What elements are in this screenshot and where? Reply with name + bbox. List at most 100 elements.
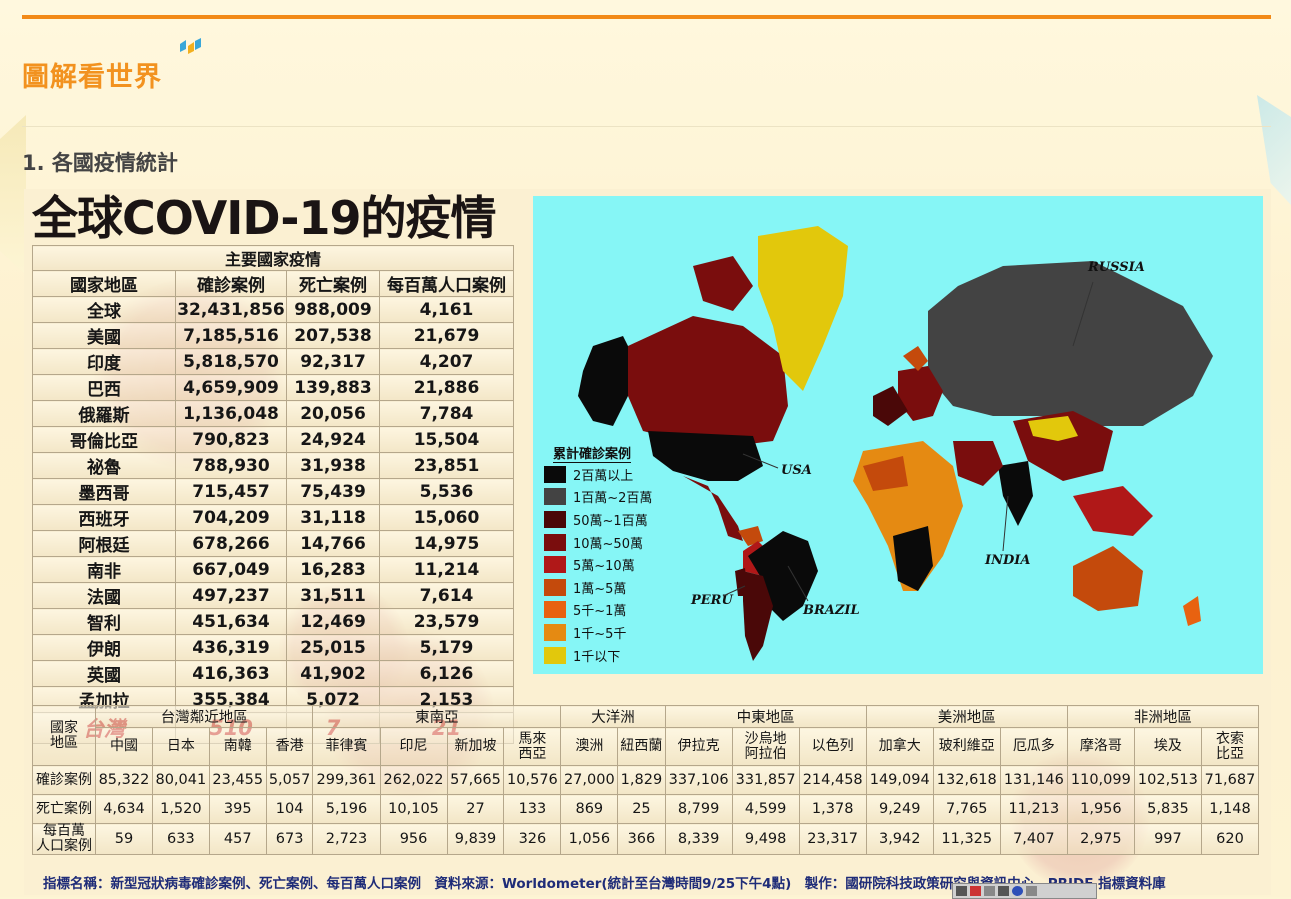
table-row: 俄羅斯 1,136,048 20,056 7,784 — [32, 400, 514, 427]
value-cell: 5,057 — [265, 765, 314, 795]
value-cell: 23,851 — [379, 452, 514, 479]
country-header: 摩洛哥 — [1066, 727, 1135, 766]
ime-mode-icon[interactable] — [970, 886, 981, 896]
country-header: 香港 — [265, 727, 314, 766]
value-cell: 31,511 — [286, 582, 380, 609]
value-cell: 27,000 — [560, 765, 619, 795]
country-header: 加拿大 — [865, 727, 934, 766]
value-cell: 5,196 — [312, 794, 381, 824]
legend-label: 1千以下 — [573, 649, 621, 665]
value-cell: 131,146 — [999, 765, 1068, 795]
infographic-title: 全球COVID-19的疫情 — [32, 191, 496, 245]
value-cell: 9,249 — [865, 794, 934, 824]
value-cell: 451,634 — [175, 608, 287, 635]
value-cell: 704,209 — [175, 504, 287, 531]
legend-label: 1千~5千 — [573, 626, 627, 642]
table-row: 南非 667,049 16,283 11,214 — [32, 556, 514, 583]
country-cell: 巴西 — [32, 374, 176, 401]
row-label: 每百萬 人口案例 — [32, 823, 96, 855]
value-cell: 41,902 — [286, 660, 380, 687]
value-cell: 1,956 — [1066, 794, 1135, 824]
value-cell: 25 — [617, 794, 666, 824]
value-cell: 8,799 — [664, 794, 733, 824]
value-cell: 57,665 — [446, 765, 505, 795]
site-title[interactable]: 圖解看世界 — [22, 55, 162, 94]
value-cell: 15,060 — [379, 504, 514, 531]
legend-swatch — [544, 646, 566, 664]
value-cell: 3,942 — [865, 823, 934, 855]
value-cell: 326 — [503, 823, 562, 855]
regional-table: 國家 地區 台灣鄰近地區 東南亞 大洋洲 中東地區 美洲地區 非洲地區 中國 日本 南韓 香港 菲律賓… — [32, 705, 1260, 855]
top-orange-rule — [22, 15, 1271, 19]
column-header: 確診案例 — [175, 270, 287, 297]
legend-item: 5萬~10萬 — [544, 553, 652, 576]
country-header: 印尼 — [379, 727, 448, 766]
legend-swatch — [544, 623, 566, 641]
value-cell: 102,513 — [1133, 765, 1202, 795]
row-label: 確診案例 — [32, 765, 96, 795]
legend-item: 1百萬~2百萬 — [544, 486, 652, 509]
country-header: 沙烏地 阿拉伯 — [731, 727, 800, 766]
ime-grid-icon[interactable] — [956, 886, 967, 896]
world-map: RUSSIA USA INDIA PERU BRAZIL 累計確診案例 2百萬以… — [533, 196, 1263, 674]
value-cell: 149,094 — [865, 765, 934, 795]
value-cell: 1,520 — [151, 794, 210, 824]
value-cell: 7,407 — [999, 823, 1068, 855]
column-header: 死亡案例 — [286, 270, 380, 297]
data-row: 確診案例 85,322 80,041 23,455 5,057 299,361 262,02… — [32, 765, 1260, 795]
value-cell: 6,126 — [379, 660, 514, 687]
table-group-header: 主要國家疫情 — [32, 245, 514, 271]
value-cell: 678,266 — [175, 530, 287, 557]
value-cell: 956 — [379, 823, 448, 855]
country-cell: 祕魯 — [32, 452, 176, 479]
legend-label: 10萬~50萬 — [573, 536, 643, 552]
region-header-row: 國家 地區 台灣鄰近地區 東南亞 大洋洲 中東地區 美洲地區 非洲地區 — [32, 705, 1260, 766]
country-cell: 智利 — [32, 608, 176, 635]
value-cell: 20,056 — [286, 400, 380, 427]
covid-infographic: 全球COVID-19的疫情 主要國家疫情 國家地區 確診案例 死亡案例 每百萬人… — [24, 189, 1271, 895]
country-header: 紐西蘭 — [617, 727, 666, 766]
value-cell: 25,015 — [286, 634, 380, 661]
value-cell: 4,634 — [95, 794, 153, 824]
ime-keyboard-icon[interactable] — [998, 886, 1009, 896]
value-cell: 633 — [151, 823, 210, 855]
country-cell: 法國 — [32, 582, 176, 609]
value-cell: 1,148 — [1200, 794, 1260, 824]
value-cell: 132,618 — [932, 765, 1001, 795]
ime-minimize-icon[interactable] — [1026, 886, 1037, 896]
value-cell: 715,457 — [175, 478, 287, 505]
legend-label: 1百萬~2百萬 — [573, 491, 653, 507]
legend-label: 1萬~5萬 — [573, 581, 627, 597]
country-cell: 俄羅斯 — [32, 400, 176, 427]
value-cell: 133 — [503, 794, 562, 824]
country-header: 新加坡 — [446, 727, 505, 766]
country-header: 衣索 比亞 — [1200, 727, 1260, 766]
legend-item: 1千以下 — [544, 644, 652, 667]
value-cell: 331,857 — [731, 765, 800, 795]
value-cell: 12,469 — [286, 608, 380, 635]
table-row: 西班牙 704,209 31,118 15,060 — [32, 504, 514, 531]
table-row: 美國 7,185,516 207,538 21,679 — [32, 322, 514, 349]
map-label-india: INDIA — [984, 553, 1030, 568]
region-header: 台灣鄰近地區 — [94, 705, 314, 728]
map-label-usa: USA — [781, 463, 812, 478]
value-cell: 80,041 — [151, 765, 210, 795]
country-cell: 墨西哥 — [32, 478, 176, 505]
country-header: 中國 — [95, 727, 153, 766]
value-cell: 620 — [1200, 823, 1260, 855]
ime-lang-icon[interactable] — [984, 886, 995, 896]
value-cell: 7,784 — [379, 400, 514, 427]
value-cell: 9,839 — [446, 823, 505, 855]
country-header: 菲律賓 — [312, 727, 381, 766]
value-cell: 21,679 — [379, 322, 514, 349]
ime-help-icon[interactable] — [1012, 886, 1023, 896]
value-cell: 9,498 — [731, 823, 800, 855]
legend-label: 50萬~1百萬 — [573, 513, 648, 529]
value-cell: 497,237 — [175, 582, 287, 609]
value-cell: 27 — [446, 794, 505, 824]
table-row: 印度 5,818,570 92,317 4,207 — [32, 348, 514, 375]
country-header: 南韓 — [208, 727, 267, 766]
legend-label: 5萬~10萬 — [573, 559, 635, 575]
value-cell: 10,105 — [379, 794, 448, 824]
value-cell: 869 — [560, 794, 619, 824]
